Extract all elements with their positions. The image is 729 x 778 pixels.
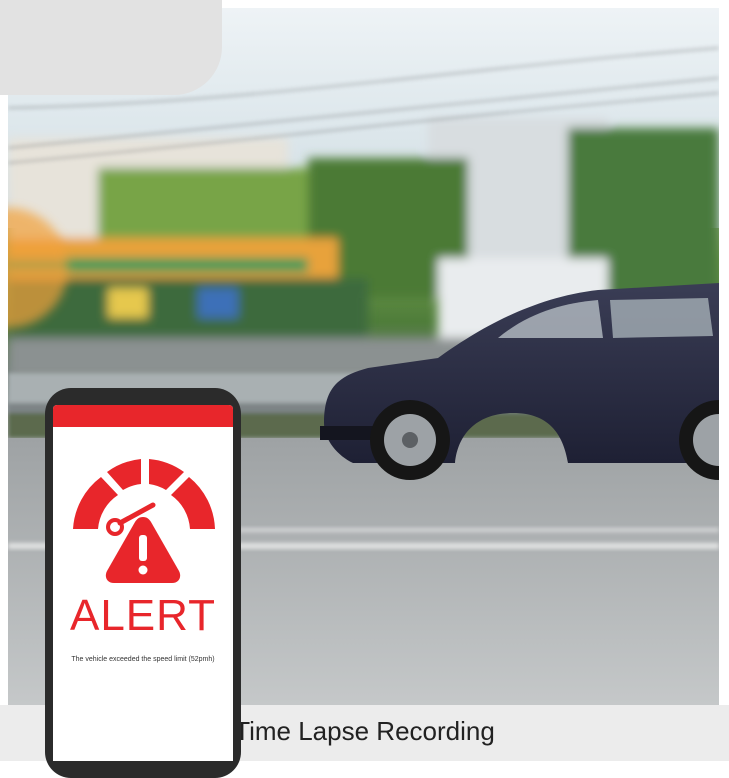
warning-icon bbox=[105, 517, 181, 583]
phone-status-bar bbox=[53, 405, 233, 427]
corner-tab bbox=[0, 0, 222, 95]
phone-screen: ALERT The vehicle exceeded the speed lim… bbox=[53, 405, 233, 761]
alert-title: ALERT bbox=[69, 591, 217, 640]
alert-message: The vehicle exceeded the speed limit (52… bbox=[71, 656, 215, 663]
